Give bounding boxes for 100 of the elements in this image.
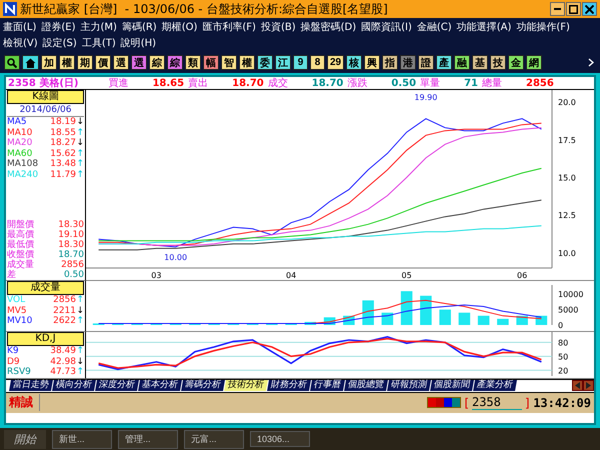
toolbar-button[interactable]: 指 xyxy=(382,55,398,70)
panel-title: K線圖 xyxy=(7,90,84,104)
trend-arrow: ↓ xyxy=(76,306,84,316)
tab[interactable]: 個股新聞 xyxy=(430,380,474,391)
menu-item[interactable]: 功能操作(F) xyxy=(516,20,570,34)
tab[interactable]: 研報預測 xyxy=(387,380,431,391)
toolbar-button[interactable]: 網 xyxy=(526,55,542,70)
toolbar-button[interactable]: 權 xyxy=(59,55,75,70)
menu-item[interactable]: 投資(B) xyxy=(260,20,296,34)
menu-item[interactable]: 國際資訊(I) xyxy=(361,20,412,34)
taskbar-item[interactable]: 管理... xyxy=(118,430,178,448)
tab[interactable]: 基本分析 xyxy=(138,380,182,391)
legend-name: MA240 xyxy=(7,170,38,180)
menu-item[interactable]: 匯市利率(F) xyxy=(202,20,256,34)
tab[interactable]: 技術分析 xyxy=(224,380,268,391)
tab[interactable]: 橫向分析 xyxy=(52,380,96,391)
toolbar-button[interactable]: 9 xyxy=(293,55,308,70)
minimize-button[interactable] xyxy=(550,2,565,16)
legend-value: 18.55 xyxy=(50,128,76,138)
clock-time: 13:42:09 xyxy=(533,396,591,410)
toolbar-button[interactable]: 期 xyxy=(77,55,93,70)
toolbar-button[interactable]: 29 xyxy=(327,55,344,70)
legend-value: 2856 xyxy=(53,295,76,306)
menu-item[interactable]: 工具(T) xyxy=(82,36,116,50)
toolbar-button[interactable]: 港 xyxy=(400,55,416,70)
taskbar-item[interactable]: 元富... xyxy=(184,430,244,448)
toolbar-button[interactable]: 選 xyxy=(131,55,147,70)
stat-value: 0.50 xyxy=(64,270,84,280)
legend-value: 18.27 xyxy=(50,138,76,148)
menu-item[interactable]: 畫面(L) xyxy=(3,20,36,34)
start-button[interactable]: 開始 xyxy=(4,430,46,448)
trend-arrow: ↓ xyxy=(76,356,84,367)
volume-bar xyxy=(458,312,470,325)
y-axis-label: 5000 xyxy=(558,306,578,315)
legend-value: 11.79 xyxy=(50,170,76,180)
tab[interactable]: 財務分析 xyxy=(267,380,311,391)
legend-value: 18.19 xyxy=(50,117,76,128)
menu-item[interactable]: 金融(C) xyxy=(416,20,452,34)
legend-value: 47.73 xyxy=(50,367,76,378)
toolbar-button[interactable]: 選 xyxy=(113,55,129,70)
stock-code-field[interactable]: 2358 xyxy=(472,395,522,410)
menu-item[interactable]: 檢視(V) xyxy=(3,36,38,50)
tab[interactable]: 籌碼分析 xyxy=(181,380,225,391)
toolbar-button[interactable]: 委 xyxy=(257,55,273,70)
legend-name: RSV9 xyxy=(7,367,31,378)
tab[interactable]: 產業分析 xyxy=(473,380,517,391)
menu-item[interactable]: 主力(M) xyxy=(80,20,117,34)
toolbar-button[interactable]: 產 xyxy=(436,55,452,70)
menu-item[interactable]: 功能選擇(A) xyxy=(456,20,512,34)
toolbar-button[interactable]: 8 xyxy=(310,55,325,70)
triangle-right-icon xyxy=(586,382,591,389)
toolbar-button[interactable]: 加 xyxy=(41,55,57,70)
scroll-left-button[interactable] xyxy=(572,380,583,391)
toolbar-button[interactable]: 類 xyxy=(185,55,201,70)
app-logo-icon xyxy=(3,2,17,16)
taskbar-item[interactable]: 新世... xyxy=(52,430,112,448)
search-button[interactable] xyxy=(4,55,20,70)
menu-item[interactable]: 籌碼(R) xyxy=(122,20,157,34)
toolbar-button[interactable]: 金 xyxy=(508,55,524,70)
menu-item[interactable]: 期權(O) xyxy=(162,20,198,34)
tab[interactable]: 當日走勢 xyxy=(9,380,53,391)
y-axis-label: 80 xyxy=(558,338,568,348)
home-button[interactable] xyxy=(22,55,39,70)
toolbar-button[interactable]: 融 xyxy=(454,55,470,70)
tab[interactable]: 行事曆 xyxy=(310,380,345,391)
menu-item[interactable]: 說明(H) xyxy=(120,36,156,50)
toolbar-button[interactable]: 價 xyxy=(95,55,111,70)
maximize-button[interactable] xyxy=(566,2,581,16)
triangle-left-icon xyxy=(575,382,580,389)
trend-arrow: ↑ xyxy=(76,316,84,326)
quote-value: 18.70 xyxy=(232,78,264,88)
toolbar-button[interactable]: 幅 xyxy=(203,55,219,70)
toolbar-button[interactable]: 證 xyxy=(418,55,434,70)
quote-value: 18.65 xyxy=(152,78,184,88)
toolbar-button[interactable]: 智 xyxy=(221,55,237,70)
stat-value: 18.70 xyxy=(58,250,84,260)
quote-value: 18.70 xyxy=(312,78,344,88)
toolbar-button[interactable]: 技 xyxy=(490,55,506,70)
menu-item[interactable]: 操盤密碼(D) xyxy=(300,20,356,34)
toolbar-button[interactable]: 興 xyxy=(364,55,380,70)
toolbar-button[interactable]: 江 xyxy=(275,55,291,70)
toolbar-button[interactable]: 基 xyxy=(472,55,488,70)
toolbar-button[interactable]: 核 xyxy=(346,55,362,70)
tab[interactable]: 深度分析 xyxy=(95,380,139,391)
chevron-right-icon xyxy=(588,58,594,67)
menu-item[interactable]: 證券(E) xyxy=(41,20,76,34)
scroll-right-button[interactable] xyxy=(583,380,594,391)
toolbar-button[interactable]: 綜 xyxy=(149,55,165,70)
legend-name: MA5 xyxy=(7,117,27,128)
taskbar-item[interactable]: 10306... xyxy=(250,431,310,447)
legend-name: MV5 xyxy=(7,306,27,316)
quote-value: 0.50 xyxy=(391,78,416,88)
volume-bar xyxy=(497,318,509,325)
toolbar-button[interactable]: 權 xyxy=(239,55,255,70)
toolbar-button[interactable]: 綜 xyxy=(167,55,183,70)
tab[interactable]: 個股總覽 xyxy=(344,380,388,391)
maximize-icon xyxy=(569,4,578,14)
close-button[interactable] xyxy=(582,2,597,16)
menu-item[interactable]: 設定(S) xyxy=(42,36,77,50)
trend-arrow: ↑ xyxy=(76,148,84,159)
